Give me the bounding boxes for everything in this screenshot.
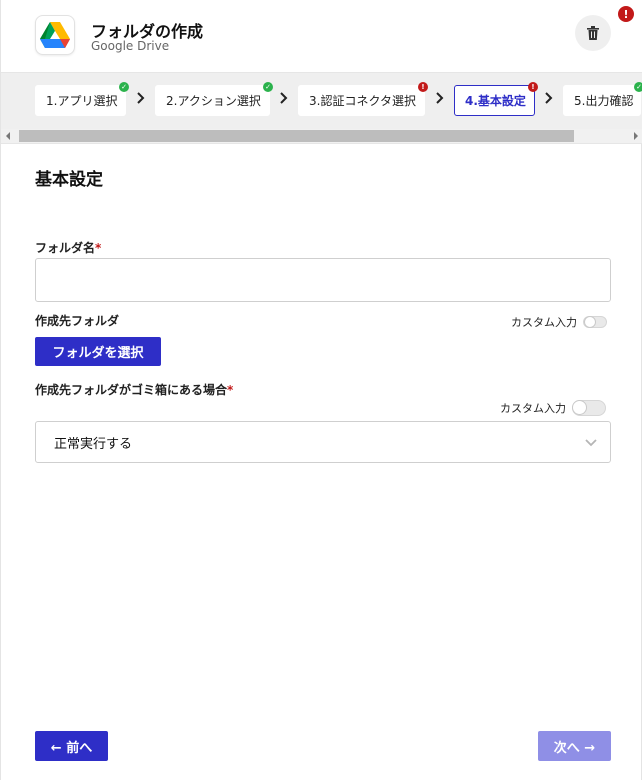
trash-icon	[587, 26, 599, 40]
prev-button[interactable]: ← 前へ	[35, 731, 108, 761]
google-drive-icon	[35, 15, 75, 55]
check-icon: ✓	[634, 82, 642, 92]
check-icon: ✓	[263, 82, 273, 92]
folder-name-label-text: フォルダ名	[35, 241, 96, 255]
required-mark: *	[227, 383, 234, 397]
trash-behavior-label-text: 作成先フォルダがゴミ箱にある場合	[35, 383, 228, 397]
chevron-right-icon	[542, 91, 556, 105]
step-label: 3.認証コネクタ選択	[309, 94, 416, 108]
section-title: 基本設定	[35, 170, 103, 190]
folder-name-label: フォルダ名*	[35, 239, 101, 256]
select-folder-button[interactable]: フォルダを選択	[35, 337, 161, 366]
panel: フォルダの作成 Google Drive ! 1.アプリ選択 ✓ 2.アクション…	[0, 0, 642, 780]
chevron-right-icon	[433, 91, 447, 105]
error-icon: !	[418, 82, 428, 92]
app-subtitle: Google Drive	[91, 39, 170, 53]
custom-input-toggle[interactable]	[572, 400, 606, 416]
step-label: 2.アクション選択	[166, 94, 261, 108]
trash-behavior-custom-input: カスタム入力	[500, 400, 606, 416]
dest-folder-label: 作成先フォルダ	[35, 314, 120, 328]
horizontal-scrollbar[interactable]	[1, 129, 642, 143]
step-app-select[interactable]: 1.アプリ選択 ✓	[35, 82, 129, 116]
custom-input-toggle[interactable]	[583, 316, 607, 328]
check-icon: ✓	[119, 82, 129, 92]
scroll-left-icon[interactable]	[6, 132, 10, 140]
chevron-down-icon	[585, 439, 597, 447]
step-basic-settings[interactable]: 4.基本設定 !	[454, 82, 538, 116]
step-navigation: 1.アプリ選択 ✓ 2.アクション選択 ✓ 3.認証コネクタ選択 ! 4.基本設…	[1, 72, 642, 144]
trash-behavior-label: 作成先フォルダがゴミ箱にある場合*	[35, 381, 233, 398]
toggle-knob	[584, 316, 596, 328]
step-label: 1.アプリ選択	[46, 94, 118, 108]
required-mark: *	[95, 241, 102, 255]
step-connector-select[interactable]: 3.認証コネクタ選択 !	[298, 82, 428, 116]
delete-button[interactable]	[575, 15, 611, 51]
trash-behavior-select[interactable]: 正常実行する	[35, 421, 611, 463]
folder-name-input[interactable]	[35, 258, 611, 302]
step-label: 5.出力確認	[574, 94, 634, 108]
chevron-right-icon	[277, 91, 291, 105]
step-action-select[interactable]: 2.アクション選択 ✓	[155, 82, 273, 116]
scroll-thumb[interactable]	[19, 130, 574, 142]
dest-folder-custom-input: カスタム入力	[511, 314, 607, 330]
step-label: 4.基本設定	[465, 94, 526, 108]
selected-value: 正常実行する	[54, 436, 133, 452]
custom-input-label: カスタム入力	[500, 402, 566, 415]
custom-input-label: カスタム入力	[511, 316, 577, 329]
step-output-check[interactable]: 5.出力確認 ✓	[563, 82, 642, 116]
alert-badge: !	[618, 6, 634, 22]
chevron-right-icon	[134, 91, 148, 105]
error-icon: !	[528, 82, 538, 92]
next-button[interactable]: 次へ →	[538, 731, 611, 761]
toggle-knob	[572, 400, 587, 415]
scroll-right-icon[interactable]	[634, 132, 638, 140]
header: フォルダの作成 Google Drive !	[1, 0, 642, 72]
